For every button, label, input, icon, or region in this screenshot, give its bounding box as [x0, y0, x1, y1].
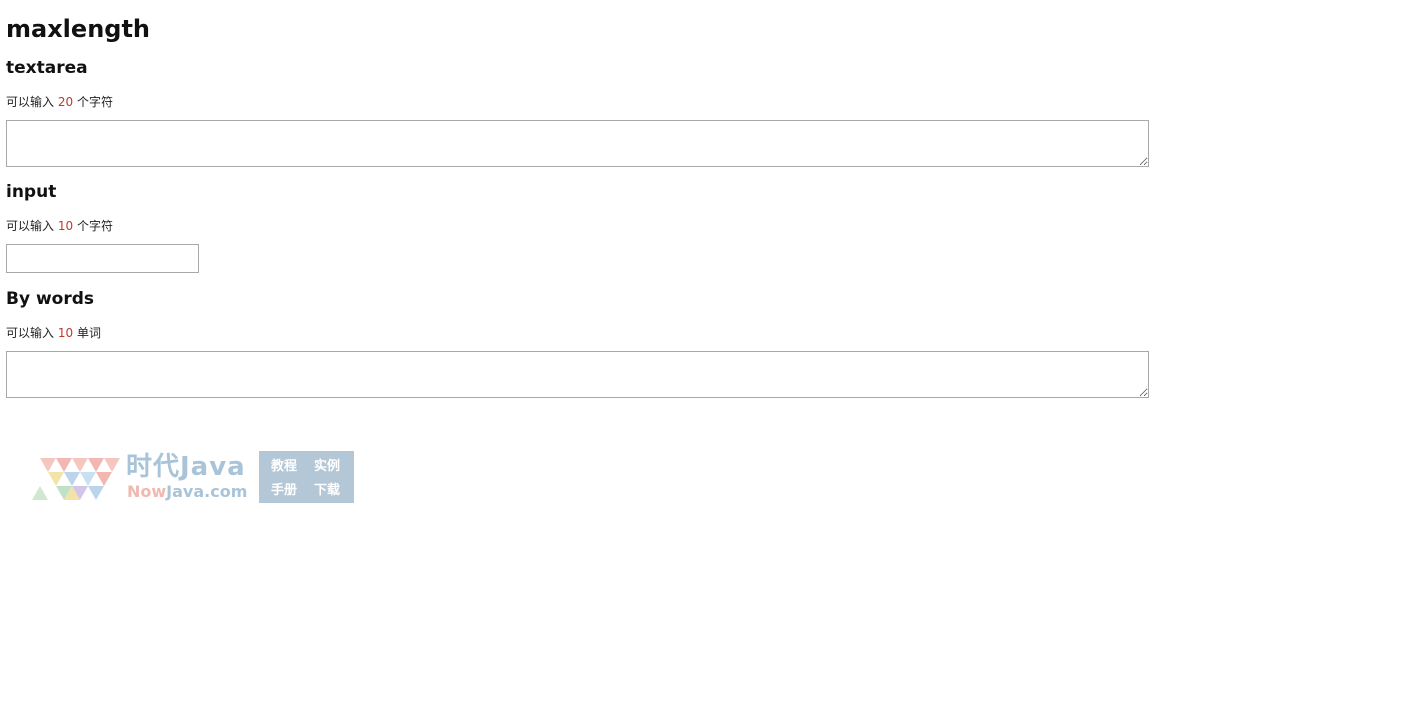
- watermark-box-item: 教程: [271, 459, 298, 474]
- words-textarea-field[interactable]: [6, 351, 1149, 398]
- watermark-domain-now: Now: [127, 482, 167, 501]
- section-heading-by-words: By words: [6, 289, 95, 309]
- watermark-brand: 时代Java: [126, 452, 246, 482]
- watermark-box-item: 手册: [271, 483, 298, 498]
- hint-suffix: 单词: [76, 326, 101, 340]
- hint-input: 可以输入 10 个字符: [6, 218, 113, 234]
- textarea-field[interactable]: [6, 120, 1149, 167]
- watermark-box-item: 实例: [314, 459, 341, 474]
- text-input-field[interactable]: [6, 244, 199, 273]
- hint-suffix: 个字符: [76, 95, 113, 109]
- hint-prefix: 可以输入: [6, 219, 55, 233]
- watermark-logo: 时代Java NowJava.com 教程 实例 手册 下载: [30, 451, 360, 505]
- page-title: maxlength: [6, 15, 151, 43]
- watermark-domain: NowJava.com: [127, 482, 247, 502]
- section-heading-textarea: textarea: [6, 58, 88, 78]
- hint-limit-value: 10: [57, 326, 74, 340]
- hint-prefix: 可以输入: [6, 95, 55, 109]
- hint-by-words: 可以输入 10 单词: [6, 325, 101, 341]
- hint-limit-value: 10: [57, 219, 74, 233]
- triangle-logo-icon: [32, 458, 120, 500]
- hint-prefix: 可以输入: [6, 326, 55, 340]
- watermark-box-item: 下载: [314, 483, 341, 498]
- hint-limit-value: 20: [57, 95, 74, 109]
- section-heading-input: input: [6, 182, 57, 202]
- hint-textarea: 可以输入 20 个字符: [6, 94, 113, 110]
- watermark-box: 教程 实例 手册 下载: [259, 451, 354, 503]
- hint-suffix: 个字符: [76, 219, 113, 233]
- watermark-domain-rest: Java.com: [166, 482, 248, 501]
- page: maxlength textarea 可以输入 20 个字符 input 可以输…: [0, 0, 1425, 718]
